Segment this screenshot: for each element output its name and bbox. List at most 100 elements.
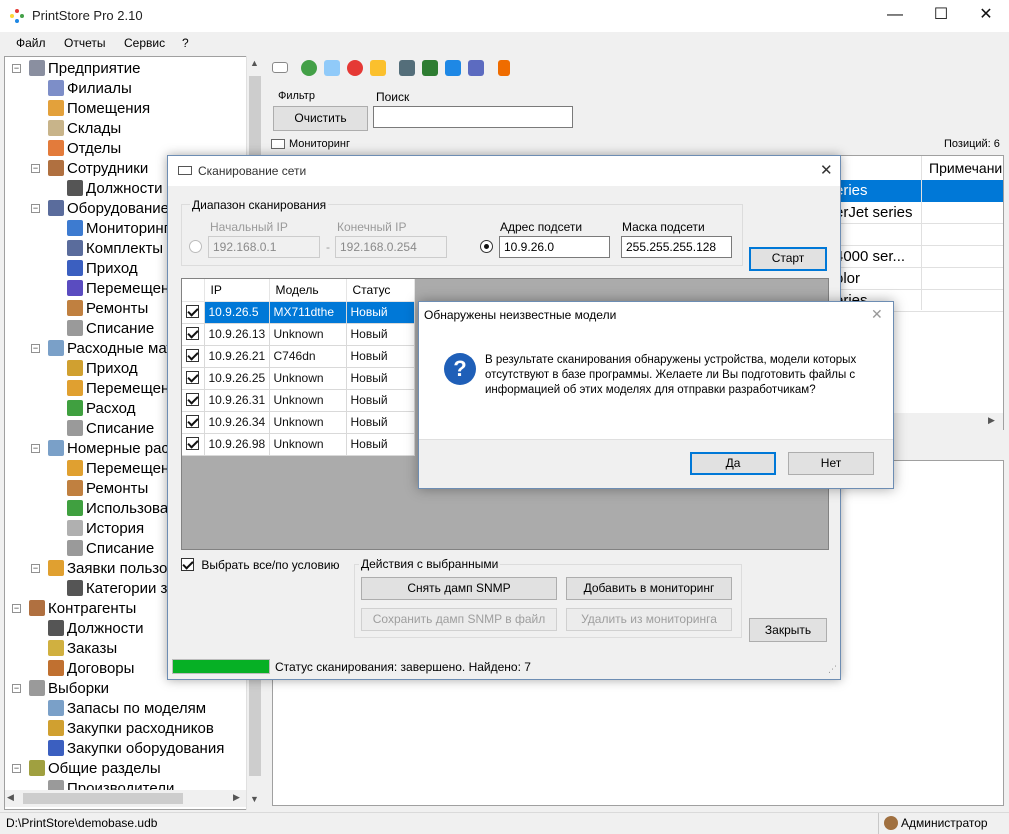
grid-cell[interactable]: olor (833, 268, 1003, 290)
tree-expander-icon[interactable]: − (31, 444, 40, 453)
end-ip-input[interactable]: 192.168.0.254 (335, 236, 447, 258)
edit-icon[interactable] (370, 60, 386, 76)
dialog-close-icon[interactable]: ✕ (820, 161, 833, 179)
save-icon[interactable] (399, 60, 415, 76)
remove-monitoring-button[interactable]: Удалить из мониторинга (566, 608, 732, 631)
tree-item[interactable]: Запасы по моделям (48, 699, 206, 719)
network-scan-icon[interactable] (272, 62, 288, 73)
ip-range-radio[interactable] (189, 240, 202, 253)
row-checkbox[interactable] (186, 371, 199, 384)
tree-expander-icon[interactable]: − (12, 684, 21, 693)
table-row[interactable]: 10.9.26.25 Unknown Новый (182, 367, 415, 390)
grid-cell[interactable]: eries (833, 180, 921, 202)
tree-expander-icon[interactable]: − (31, 164, 40, 173)
tree-expander-icon[interactable]: − (12, 764, 21, 773)
row-checkbox[interactable] (186, 437, 199, 450)
tree-item[interactable]: Закупки расходников (48, 719, 214, 739)
row-checkbox[interactable] (186, 327, 199, 340)
grid-column-notes[interactable]: Примечани (921, 156, 1003, 180)
tree-item[interactable]: Расход (67, 399, 135, 419)
maximize-button[interactable]: ☐ (918, 0, 964, 32)
range-dash: - (326, 240, 330, 254)
save-dump-button[interactable]: Сохранить дамп SNMP в файл (361, 608, 557, 631)
row-checkbox[interactable] (186, 349, 199, 362)
copy-icon[interactable] (324, 60, 340, 76)
row-checkbox[interactable] (186, 415, 199, 428)
row-checkbox[interactable] (186, 393, 199, 406)
row-checkbox[interactable] (186, 305, 199, 318)
tree-item[interactable]: Склады (48, 119, 121, 139)
table-row[interactable]: 10.9.26.5 MX711dthe Новый (182, 301, 415, 324)
table-row[interactable]: 10.9.26.13 Unknown Новый (182, 323, 415, 346)
add-monitoring-button[interactable]: Добавить в мониторинг (566, 577, 732, 600)
grid-cell[interactable] (921, 180, 1003, 202)
ip-column-header[interactable]: IP (204, 279, 270, 302)
table-row[interactable]: 10.9.26.21 C746dn Новый (182, 345, 415, 368)
table-row[interactable]: 10.9.26.34 Unknown Новый (182, 411, 415, 434)
add-icon[interactable] (301, 60, 317, 76)
select-all-checkbox[interactable] (181, 558, 194, 571)
tree-item[interactable]: Должности (48, 619, 144, 639)
subnet-input[interactable]: 10.9.26.0 (499, 236, 610, 258)
grid-cell[interactable]: 4000 ser... (833, 246, 1003, 268)
tree-item[interactable]: История (67, 519, 144, 539)
search-input[interactable] (373, 106, 573, 128)
tree-expander-icon[interactable]: − (31, 204, 40, 213)
close-dialog-button[interactable]: Закрыть (749, 618, 827, 642)
tree-item[interactable]: Выборки (29, 679, 109, 699)
mask-input[interactable]: 255.255.255.128 (621, 236, 732, 258)
yes-button[interactable]: Да (690, 452, 776, 475)
tree-horizontal-scrollbar[interactable]: ◀ ▶ (5, 790, 246, 807)
report-icon[interactable] (498, 60, 510, 76)
minimize-button[interactable]: — (872, 0, 918, 32)
tree-item[interactable]: Комплекты (67, 239, 163, 259)
close-window-button[interactable]: ✕ (963, 0, 1009, 32)
grid-cell[interactable] (833, 224, 1003, 246)
tree-item[interactable]: Закупки оборудования (48, 739, 224, 759)
tree-item[interactable]: Договоры (48, 659, 134, 679)
tree-item[interactable]: Списание (67, 419, 154, 439)
menu-help[interactable]: ? (182, 36, 189, 50)
no-button[interactable]: Нет (788, 452, 874, 475)
tree-item[interactable]: Предприятие (29, 59, 140, 79)
tree-item[interactable]: Филиалы (48, 79, 132, 99)
tree-item[interactable]: Помещения (48, 99, 150, 119)
menu-file[interactable]: Файл (16, 36, 46, 50)
start-scan-button[interactable]: Старт (749, 247, 827, 271)
tree-item[interactable]: Мониторинг (67, 219, 169, 239)
subnet-radio[interactable] (480, 240, 493, 253)
tree-expander-icon[interactable]: − (12, 64, 21, 73)
tree-item[interactable]: Должности (67, 179, 163, 199)
tree-expander-icon[interactable]: − (12, 604, 21, 613)
tree-expander-icon[interactable]: − (31, 344, 40, 353)
tree-item[interactable]: Отделы (48, 139, 121, 159)
tree-item[interactable]: Заказы (48, 639, 117, 659)
tree-expander-icon[interactable]: − (31, 564, 40, 573)
refresh-icon[interactable] (445, 60, 461, 76)
settings-icon[interactable] (468, 60, 484, 76)
clear-filter-button[interactable]: Очистить (273, 106, 368, 131)
tree-item[interactable]: Приход (67, 259, 138, 279)
menu-service[interactable]: Сервис (124, 36, 165, 50)
status-column-header[interactable]: Статус (346, 279, 415, 302)
tree-item[interactable]: Оборудование (48, 199, 169, 219)
table-row[interactable]: 10.9.26.98 Unknown Новый (182, 433, 415, 456)
table-row[interactable]: 10.9.26.31 Unknown Новый (182, 389, 415, 412)
grid-cell[interactable]: erJet series (833, 202, 1003, 224)
select-all-option[interactable]: Выбрать все/по условию (181, 558, 340, 572)
tree-item[interactable]: Списание (67, 319, 154, 339)
tree-item[interactable]: Ремонты (67, 299, 148, 319)
tree-item[interactable]: Контрагенты (29, 599, 136, 619)
tree-item[interactable]: Приход (67, 359, 138, 379)
start-ip-input[interactable]: 192.168.0.1 (208, 236, 320, 258)
model-column-header[interactable]: Модель (269, 279, 347, 302)
tree-item[interactable]: Общие разделы (29, 759, 161, 779)
menu-reports[interactable]: Отчеты (64, 36, 105, 50)
tree-item[interactable]: Сотрудники (48, 159, 148, 179)
delete-icon[interactable] (347, 60, 363, 76)
tree-item[interactable]: Ремонты (67, 479, 148, 499)
messagebox-close-icon[interactable]: ✕ (871, 306, 883, 323)
dump-snmp-button[interactable]: Снять дамп SNMP (361, 577, 557, 600)
tree-item[interactable]: Списание (67, 539, 154, 559)
import-icon[interactable] (422, 60, 438, 76)
